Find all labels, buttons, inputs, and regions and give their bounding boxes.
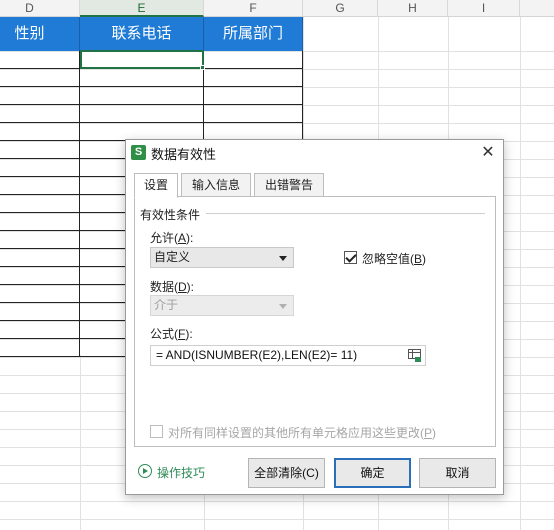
data-select[interactable]: 介于 (150, 295, 294, 316)
tips-label[interactable]: 操作技巧 (157, 464, 205, 481)
column-header-row: D E F G H I (0, 0, 554, 17)
cell-gender[interactable] (0, 195, 80, 213)
chevron-down-icon (279, 256, 287, 261)
cell-gender[interactable] (0, 105, 80, 123)
clear-all-button[interactable]: 全部清除(C) (248, 458, 325, 488)
column-header-next[interactable] (520, 0, 554, 17)
cell-phone[interactable] (80, 105, 204, 123)
apply-all-checkbox[interactable] (150, 425, 163, 438)
table-row (0, 69, 303, 87)
table-header-gender[interactable]: 性别 (0, 17, 80, 51)
chevron-down-icon (279, 304, 287, 309)
allow-select[interactable]: 自定义 (150, 247, 294, 268)
close-button[interactable]: ✕ (478, 143, 498, 163)
cell-department[interactable] (204, 105, 303, 123)
cell-gender[interactable] (0, 159, 80, 177)
column-header-i[interactable]: I (448, 0, 520, 17)
allow-select-value: 自定义 (154, 250, 191, 264)
table-header-phone[interactable]: 联系电话 (80, 17, 204, 51)
column-header-d[interactable]: D (0, 0, 80, 17)
table-header-department[interactable]: 所属部门 (204, 17, 303, 51)
column-header-e[interactable]: E (80, 0, 204, 17)
wps-spreadsheet-icon: S (131, 145, 146, 160)
cell-department[interactable] (204, 51, 303, 69)
ignore-blank-label[interactable]: 忽略空值(B) (362, 250, 426, 267)
gridline (80, 355, 81, 530)
cell-gender[interactable] (0, 141, 80, 159)
column-header-h[interactable]: H (378, 0, 448, 17)
fill-handle[interactable] (200, 65, 205, 70)
range-select-button[interactable] (404, 345, 426, 366)
cell-gender[interactable] (0, 87, 80, 105)
cancel-button[interactable]: 取消 (419, 458, 496, 488)
tab-error-alert[interactable]: 出错警告 (254, 173, 324, 197)
group-divider (206, 213, 485, 214)
data-validation-dialog: S 数据有效性 ✕ 设置 输入信息 出错警告 有效性条件 允许(A): 自定义 … (125, 139, 504, 495)
ok-button[interactable]: 确定 (334, 458, 411, 488)
gridline (0, 501, 554, 502)
cell-gender[interactable] (0, 51, 80, 69)
close-icon: ✕ (481, 144, 495, 161)
range-select-icon (408, 349, 421, 362)
tab-settings[interactable]: 设置 (134, 173, 178, 198)
data-label: 数据(D): (150, 280, 195, 294)
cell-department[interactable] (204, 69, 303, 87)
cell-gender[interactable] (0, 213, 80, 231)
cell-gender[interactable] (0, 249, 80, 267)
cell-gender[interactable] (0, 321, 80, 339)
tab-input-message[interactable]: 输入信息 (181, 173, 251, 197)
cell-gender[interactable] (0, 303, 80, 321)
play-circle-icon (138, 464, 152, 478)
gridline (520, 17, 521, 530)
cell-gender[interactable] (0, 267, 80, 285)
allow-label: 允许(A): (150, 231, 194, 245)
formula-input[interactable]: = AND(ISNUMBER(E2),LEN(E2)= 11) (150, 345, 404, 366)
cell-gender[interactable] (0, 69, 80, 87)
cell-gender[interactable] (0, 123, 80, 141)
ignore-blank-checkbox[interactable] (344, 251, 357, 264)
column-header-f[interactable]: F (204, 0, 303, 17)
validation-criteria-label: 有效性条件 (140, 206, 204, 223)
gridline (0, 519, 554, 520)
table-row (0, 87, 303, 105)
dialog-title-bar[interactable]: S 数据有效性 ✕ (126, 140, 503, 165)
cell-gender[interactable] (0, 177, 80, 195)
cell-gender[interactable] (0, 285, 80, 303)
data-select-value: 介于 (154, 298, 179, 312)
cell-gender[interactable] (0, 231, 80, 249)
selected-cell-e2[interactable] (80, 50, 204, 69)
column-header-g[interactable]: G (303, 0, 378, 17)
cell-department[interactable] (204, 87, 303, 105)
cell-phone[interactable] (80, 69, 204, 87)
formula-label: 公式(F): (150, 327, 193, 341)
cell-phone[interactable] (80, 87, 204, 105)
table-row (0, 105, 303, 123)
cell-gender[interactable] (0, 339, 80, 357)
dialog-title: 数据有效性 (151, 147, 217, 162)
apply-all-label: 对所有同样设置的其他所有单元格应用这些更改(P) (168, 426, 437, 440)
